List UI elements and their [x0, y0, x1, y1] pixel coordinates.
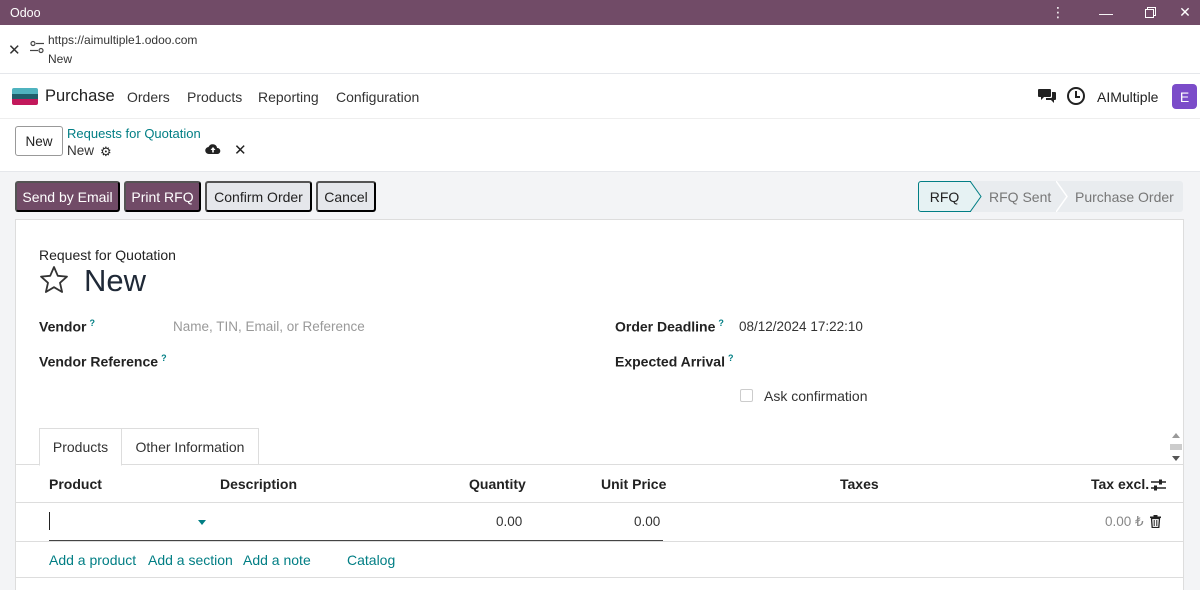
star-icon[interactable]: [38, 264, 70, 296]
chevron-down-icon[interactable]: [198, 520, 206, 525]
add-note-link[interactable]: Add a note: [243, 552, 311, 568]
product-input[interactable]: [49, 512, 50, 530]
site-settings-icon[interactable]: [30, 40, 44, 54]
save-cloud-icon[interactable]: [205, 143, 221, 155]
col-unit-price[interactable]: Unit Price: [601, 476, 666, 492]
chat-icon[interactable]: [1037, 87, 1057, 105]
purchase-app-icon[interactable]: [12, 88, 38, 105]
tab-products[interactable]: Products: [39, 428, 122, 466]
col-product[interactable]: Product: [49, 476, 102, 492]
ask-confirmation-label: Ask confirmation: [764, 388, 868, 404]
add-lines-bar: Add a product Add a section Add a note C…: [16, 542, 1183, 578]
form-sheet: Request for Quotation New Vendor? Name, …: [15, 219, 1184, 590]
send-by-email-button[interactable]: Send by Email: [15, 181, 120, 212]
stage-arrow-active: [970, 181, 982, 212]
stage-rfq-sent[interactable]: RFQ Sent: [989, 181, 1051, 212]
form-heading-label: Request for Quotation: [39, 247, 176, 263]
main-navbar: Purchase Orders Products Reporting Confi…: [0, 74, 1200, 119]
vendor-label: Vendor?: [39, 318, 95, 335]
menu-reporting[interactable]: Reporting: [258, 89, 319, 105]
new-button[interactable]: New: [15, 126, 63, 156]
menu-configuration[interactable]: Configuration: [336, 89, 419, 105]
stage-purchase-order[interactable]: Purchase Order: [1075, 181, 1174, 212]
app-name[interactable]: Purchase: [45, 87, 115, 106]
stage-rfq[interactable]: RFQ: [918, 181, 971, 212]
menu-orders[interactable]: Orders: [127, 89, 170, 105]
trash-icon[interactable]: [1150, 515, 1161, 528]
close-tab-icon[interactable]: ✕: [8, 41, 21, 59]
active-row-underline: [49, 540, 663, 541]
optional-columns-icon[interactable]: [1151, 478, 1166, 492]
add-section-link[interactable]: Add a section: [148, 552, 233, 568]
unit-price-cell[interactable]: 0.00: [634, 514, 660, 529]
expected-arrival-label: Expected Arrival?: [615, 353, 734, 370]
tab-other-information[interactable]: Other Information: [122, 428, 259, 465]
stage-arrow: [1056, 181, 1068, 212]
control-panel: New Requests for Quotation New ⚙ ✕: [0, 119, 1200, 172]
subtotal-cell: 0.00 ₺: [1105, 514, 1144, 529]
menu-products[interactable]: Products: [187, 89, 242, 105]
col-quantity[interactable]: Quantity: [469, 476, 526, 492]
cancel-button[interactable]: Cancel: [316, 181, 376, 212]
vendor-reference-label: Vendor Reference?: [39, 353, 167, 370]
quantity-cell[interactable]: 0.00: [496, 514, 522, 529]
window-title-bar: Odoo ⋮ — ✕: [0, 0, 1200, 25]
col-description[interactable]: Description: [220, 476, 297, 492]
url-bar: ✕ https://aimultiple1.odoo.com New: [0, 25, 1200, 74]
restore-icon[interactable]: [1135, 0, 1165, 25]
breadcrumb-current: New: [67, 143, 95, 158]
table-row[interactable]: 0.00 0.00 0.00 ₺: [16, 503, 1183, 542]
url-text[interactable]: https://aimultiple1.odoo.com: [48, 33, 197, 47]
kebab-icon[interactable]: ⋮: [1043, 0, 1073, 25]
add-product-link[interactable]: Add a product: [49, 552, 136, 568]
window-title: Odoo: [10, 5, 41, 20]
ask-confirmation-checkbox[interactable]: [740, 389, 753, 402]
close-icon[interactable]: ✕: [1170, 0, 1200, 25]
status-bar: RFQ RFQ Sent Purchase Order: [918, 181, 1183, 212]
catalog-link[interactable]: Catalog: [347, 552, 395, 568]
page-title: New: [48, 52, 73, 66]
col-tax-excl[interactable]: Tax excl.: [1091, 476, 1149, 492]
record-name: New: [84, 263, 147, 298]
minimize-icon[interactable]: —: [1091, 0, 1121, 25]
vendor-input[interactable]: Name, TIN, Email, or Reference: [173, 319, 365, 334]
lines-table-header: Product Description Quantity Unit Price …: [16, 465, 1183, 503]
gear-icon[interactable]: ⚙: [100, 144, 112, 160]
order-deadline-field[interactable]: 08/12/2024 17:22:10: [739, 319, 863, 334]
col-taxes[interactable]: Taxes: [840, 476, 879, 492]
activity-clock-icon[interactable]: [1067, 87, 1085, 105]
user-avatar[interactable]: E: [1172, 84, 1197, 109]
order-deadline-label: Order Deadline?: [615, 318, 724, 335]
print-rfq-button[interactable]: Print RFQ: [124, 181, 201, 212]
scrollbar-arrows[interactable]: [1169, 431, 1183, 463]
discard-icon[interactable]: ✕: [234, 141, 247, 159]
confirm-order-button[interactable]: Confirm Order: [205, 181, 312, 212]
notebook-tabs: Products Other Information: [16, 428, 1183, 466]
breadcrumb-requests-for-quotation[interactable]: Requests for Quotation: [67, 126, 201, 141]
company-switcher[interactable]: AIMultiple: [1097, 89, 1158, 105]
